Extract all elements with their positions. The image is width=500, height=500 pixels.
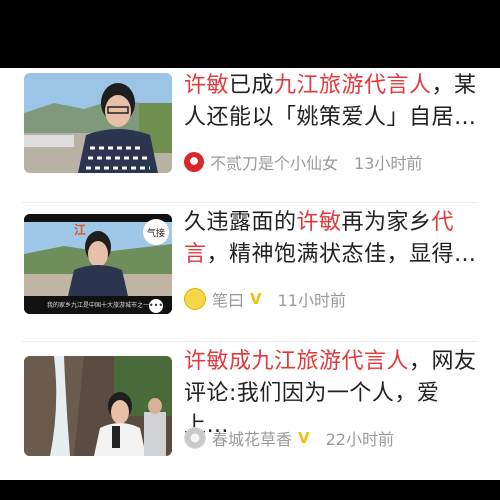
article-meta: 春城花草香 V 22小时前 [184, 426, 394, 450]
article-headline[interactable]: 许敏已成九江旅游代言人，某人还能以「姚策爱人」自居… [184, 70, 484, 134]
article-thumbnail[interactable]: 气接 江 我的家乡九江是中国十大旅游城市之一 ••• [24, 214, 172, 314]
divider [22, 341, 478, 342]
timestamp: 13小时前 [354, 154, 423, 173]
news-feed: 许敏已成九江旅游代言人，某人还能以「姚策爱人」自居… 不贰刀是个小仙女 13小时… [0, 68, 500, 480]
article-meta: 不贰刀是个小仙女 13小时前 [184, 150, 422, 174]
svg-text:•••: ••• [149, 301, 163, 310]
thumbnail-image [24, 73, 172, 173]
thumbnail-image [24, 356, 172, 456]
lightbulb-icon[interactable] [184, 288, 206, 310]
timestamp: 11小时前 [277, 291, 346, 310]
thumbnail-corner-text: 江 [74, 222, 86, 237]
article-headline[interactable]: 久违露面的许敏再为家乡代言，精神饱满状态佳，显得… [184, 207, 484, 271]
verified-badge: V [298, 429, 310, 447]
thumbnail-image: 气接 江 我的家乡九江是中国十大旅游城市之一 ••• [24, 214, 172, 314]
verified-badge: V [250, 290, 262, 308]
author-name[interactable]: 春城花草香 [212, 426, 292, 450]
flower-avatar-icon[interactable] [184, 427, 206, 449]
red-circle-icon[interactable] [184, 152, 204, 172]
article-thumbnail[interactable] [24, 356, 172, 456]
svg-text:气接: 气接 [147, 227, 165, 239]
divider [22, 202, 478, 203]
list-item[interactable]: 许敏已成九江旅游代言人，某人还能以「姚策爱人」自居… 不贰刀是个小仙女 13小时… [0, 68, 500, 203]
list-item[interactable]: 许敏成九江旅游代言人，网友评论:我们因为一个人，爱上… 春城花草香 V 22小时… [0, 344, 500, 479]
author-name[interactable]: 不贰刀是个小仙女 [210, 150, 338, 174]
thumbnail-caption: 我的家乡九江是中国十大旅游城市之一 [47, 301, 149, 309]
timestamp: 22小时前 [325, 430, 394, 449]
author-name[interactable]: 笔曰 [212, 287, 244, 311]
article-thumbnail[interactable] [24, 73, 172, 173]
article-meta: 笔曰 V 11小时前 [184, 287, 346, 311]
list-item[interactable]: 气接 江 我的家乡九江是中国十大旅游城市之一 ••• 久违露面的许敏再为家乡代言… [0, 205, 500, 340]
